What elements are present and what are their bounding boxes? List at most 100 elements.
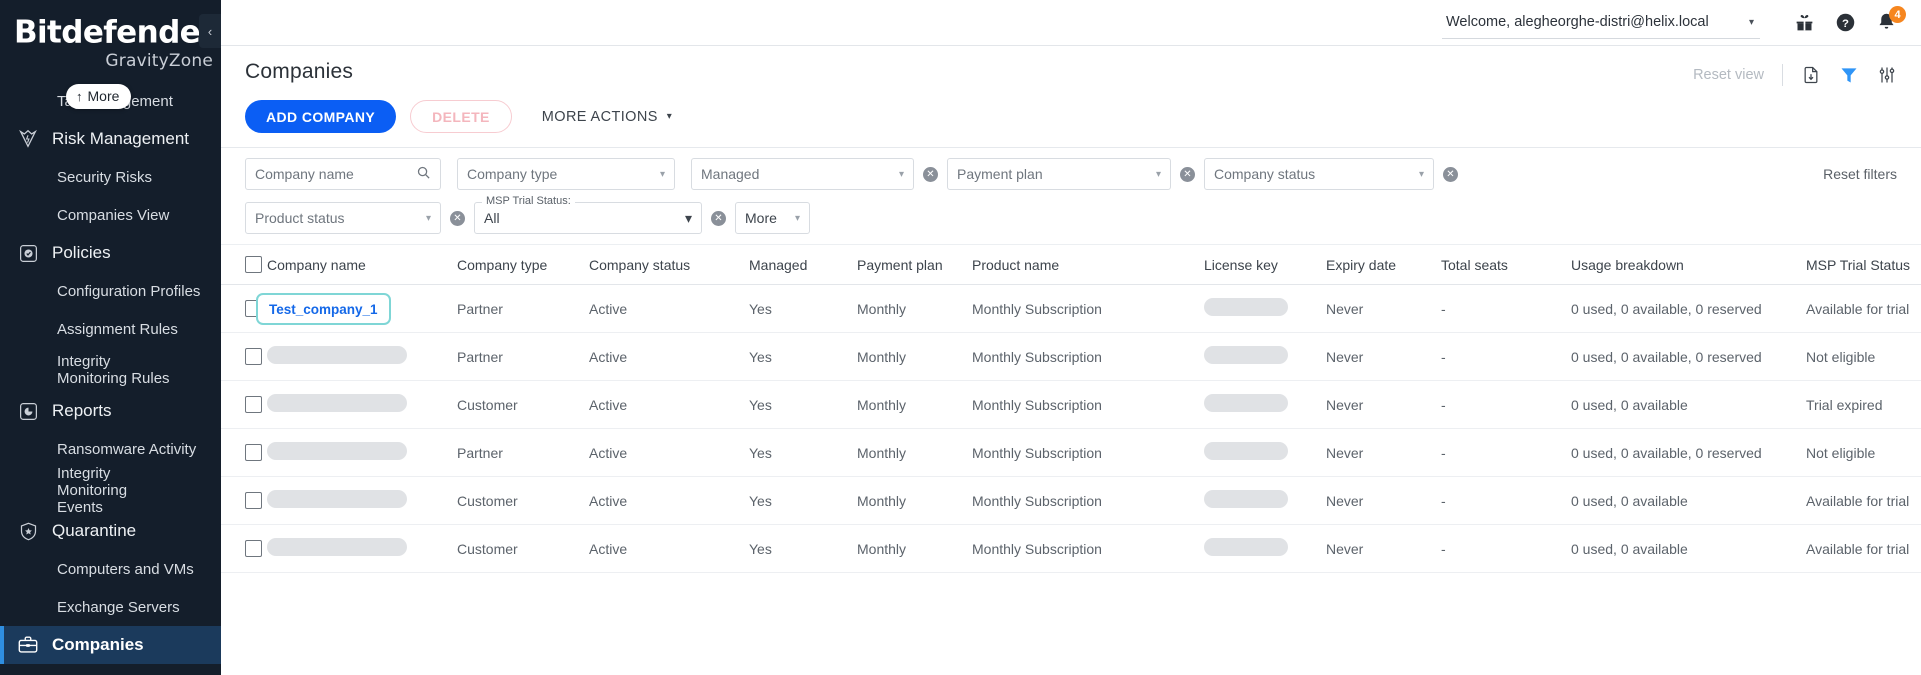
- cell-expiry-date: Never: [1326, 380, 1441, 429]
- add-company-button[interactable]: ADD COMPANY: [245, 100, 397, 133]
- row-select-cell: [221, 524, 267, 573]
- sidebar-item-companies-view[interactable]: Companies View: [0, 196, 221, 234]
- redacted-company-name: [267, 490, 407, 508]
- delete-button[interactable]: DELETE: [410, 100, 512, 133]
- sidebar-item-ransomware-activity[interactable]: Ransomware Activity: [0, 430, 221, 468]
- sidebar-item-label: Assignment Rules: [57, 320, 178, 338]
- cell-total-seats: -: [1441, 428, 1571, 477]
- sidebar-item-companies[interactable]: Companies: [0, 626, 221, 664]
- cell-managed: Yes: [749, 524, 857, 573]
- col-company-type[interactable]: Company type: [457, 245, 589, 285]
- settings-sliders-icon[interactable]: [1877, 65, 1897, 85]
- reset-filters-button[interactable]: Reset filters: [1823, 166, 1897, 182]
- table-row[interactable]: Partner Active Yes Monthly Monthly Subsc…: [221, 428, 1921, 477]
- table-row[interactable]: Partner Active Yes Monthly Monthly Subsc…: [221, 332, 1921, 381]
- cell-company-status: Active: [589, 284, 749, 333]
- col-payment-plan[interactable]: Payment plan: [857, 245, 972, 285]
- sidebar-item-policies[interactable]: Policies: [0, 234, 221, 272]
- table-header-row: Company name Company type Company status…: [221, 245, 1921, 285]
- sidebar-item-exchange-servers[interactable]: Exchange Servers: [0, 588, 221, 626]
- table-row[interactable]: Customer Active Yes Monthly Monthly Subs…: [221, 524, 1921, 573]
- divider: [1782, 64, 1783, 86]
- cell-msp-trial-status: Available for trial: [1806, 476, 1921, 525]
- more-tooltip: ↑ More: [66, 84, 132, 109]
- clear-msp-trial-status-filter-icon[interactable]: ✕: [711, 210, 726, 226]
- sidebar-item-integrity-monitoring-events[interactable]: Integrity Monitoring Events: [0, 465, 221, 516]
- company-name-link[interactable]: Test_company_1: [269, 302, 378, 317]
- page-header: Companies Reset view: [221, 46, 1921, 86]
- company-type-filter[interactable]: Company type ▾: [457, 158, 675, 190]
- col-company-status[interactable]: Company status: [589, 245, 749, 285]
- managed-filter[interactable]: Managed ▾: [691, 158, 914, 190]
- help-icon[interactable]: ?: [1835, 12, 1856, 33]
- company-name-highlight: Test_company_1: [256, 292, 391, 325]
- sidebar-collapse-icon[interactable]: ‹: [199, 14, 221, 48]
- clear-payment-plan-filter-icon[interactable]: ✕: [1180, 166, 1195, 182]
- row-checkbox[interactable]: [245, 444, 262, 461]
- cell-license-key: [1204, 380, 1326, 429]
- cell-total-seats: -: [1441, 284, 1571, 333]
- clear-managed-filter-icon[interactable]: ✕: [923, 166, 938, 182]
- more-actions-dropdown[interactable]: MORE ACTIONS ▾: [542, 109, 672, 125]
- row-checkbox[interactable]: [245, 492, 262, 509]
- sidebar-item-integrity-monitoring-rules[interactable]: Integrity Monitoring Rules: [0, 348, 221, 392]
- row-checkbox[interactable]: [245, 540, 262, 557]
- company-status-filter[interactable]: Company status ▾: [1204, 158, 1434, 190]
- notifications-icon[interactable]: 4: [1876, 6, 1906, 33]
- cell-product-name: Monthly Subscription: [972, 428, 1204, 477]
- sidebar-item-security-risks[interactable]: Security Risks: [0, 158, 221, 196]
- search-icon: [416, 165, 431, 183]
- clear-company-status-filter-icon[interactable]: ✕: [1443, 166, 1458, 182]
- sidebar-item-computers-and-vms[interactable]: Computers and VMs: [0, 550, 221, 588]
- col-license-key[interactable]: License key: [1204, 245, 1326, 285]
- filter-funnel-icon[interactable]: [1839, 65, 1859, 85]
- select-all-header: [221, 245, 267, 285]
- sidebar-item-label: Quarantine: [52, 521, 137, 540]
- msp-trial-status-filter[interactable]: MSP Trial Status: All ▾: [474, 195, 702, 234]
- filters-row-2: Product status ▾ ✕ MSP Trial Status: All…: [245, 195, 1897, 234]
- sidebar-item-reports[interactable]: Reports: [0, 392, 221, 430]
- row-checkbox[interactable]: [245, 348, 262, 365]
- companies-table-container[interactable]: Company name Company type Company status…: [221, 245, 1921, 675]
- cell-total-seats: -: [1441, 380, 1571, 429]
- row-checkbox[interactable]: [245, 396, 262, 413]
- export-file-icon[interactable]: [1801, 65, 1821, 85]
- table-row[interactable]: Test_company_1 Partner Active Yes Monthl…: [221, 284, 1921, 333]
- chevron-down-icon: ▾: [659, 168, 665, 180]
- cell-expiry-date: Never: [1326, 284, 1441, 333]
- account-selector[interactable]: Welcome, alegheorghe-distri@helix.local …: [1442, 7, 1760, 39]
- col-msp-trial-status[interactable]: MSP Trial Status: [1806, 245, 1921, 285]
- col-managed[interactable]: Managed: [749, 245, 857, 285]
- col-company-name[interactable]: Company name: [267, 245, 457, 285]
- sidebar-item-configuration-profiles[interactable]: Configuration Profiles: [0, 272, 221, 310]
- select-all-checkbox[interactable]: [245, 256, 262, 273]
- more-filters-dropdown[interactable]: More ▾: [735, 202, 810, 234]
- sidebar-item-quarantine[interactable]: Quarantine: [0, 512, 221, 550]
- company-type-filter-value: Company type: [467, 166, 558, 182]
- cell-payment-plan: Monthly: [857, 284, 972, 333]
- cell-expiry-date: Never: [1326, 428, 1441, 477]
- company-name-filter[interactable]: Company name: [245, 158, 441, 190]
- table-row[interactable]: Customer Active Yes Monthly Monthly Subs…: [221, 476, 1921, 525]
- payment-plan-filter[interactable]: Payment plan ▾: [947, 158, 1171, 190]
- cell-company-type: Partner: [457, 284, 589, 333]
- sidebar-item-risk-management[interactable]: Risk Management: [0, 120, 221, 158]
- main-content: Welcome, alegheorghe-distri@helix.local …: [221, 0, 1921, 675]
- col-usage-breakdown[interactable]: Usage breakdown: [1571, 245, 1806, 285]
- cell-managed: Yes: [749, 332, 857, 381]
- arrow-up-icon: ↑: [76, 88, 83, 104]
- gift-icon[interactable]: [1794, 12, 1815, 33]
- col-total-seats[interactable]: Total seats: [1441, 245, 1571, 285]
- col-product-name[interactable]: Product name: [972, 245, 1204, 285]
- filters-row-1: Company name Company type ▾ Managed ▾ ✕: [245, 158, 1897, 190]
- sidebar-item-label: Integrity Monitoring Events: [57, 464, 128, 516]
- clear-product-status-filter-icon[interactable]: ✕: [450, 210, 465, 226]
- cell-company-name: [267, 380, 457, 429]
- cell-msp-trial-status: Not eligible: [1806, 428, 1921, 477]
- product-status-filter[interactable]: Product status ▾: [245, 202, 441, 234]
- sidebar-item-label: Companies View: [57, 206, 170, 224]
- table-row[interactable]: Customer Active Yes Monthly Monthly Subs…: [221, 380, 1921, 429]
- sidebar-item-assignment-rules[interactable]: Assignment Rules: [0, 310, 221, 348]
- reset-view-button[interactable]: Reset view: [1693, 67, 1764, 83]
- col-expiry-date[interactable]: Expiry date: [1326, 245, 1441, 285]
